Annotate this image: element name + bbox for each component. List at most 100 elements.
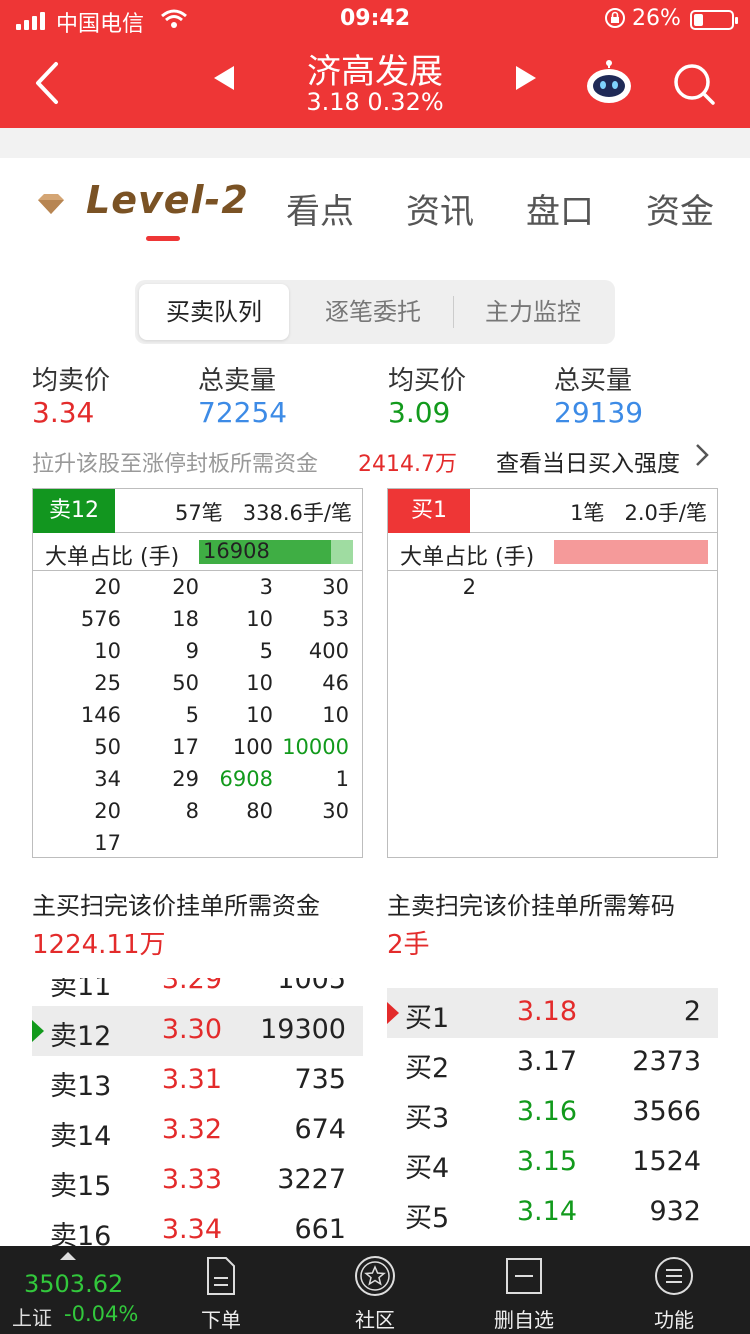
total-sell-value: 72254: [198, 396, 288, 429]
buy-queue-header: 买1 1笔 2.0手/笔: [388, 489, 717, 533]
level-volume: 3227: [277, 1164, 346, 1195]
sell-queue-cell: 8: [185, 799, 199, 823]
top-header: 中国电信 09:42 26% 济高发展 3.18 0.32%: [0, 0, 750, 128]
index-value[interactable]: 3503.62: [24, 1270, 123, 1298]
sell-level-tag: 卖12: [33, 489, 115, 533]
sell-queue-cell: 100: [232, 735, 273, 759]
sell-order-book: 卖11 3.29 1005 卖12 3.30 19300 卖13 3.31 735 卖14 3.32…: [32, 978, 363, 1248]
buy-sweep-label: 主买扫完该价挂单所需资金: [32, 892, 320, 920]
level-price: 3.34: [161, 1214, 222, 1245]
tab-order-book[interactable]: 盘口: [526, 184, 594, 233]
level-name: 买3: [405, 1103, 450, 1134]
level-name: 卖13: [50, 1071, 112, 1102]
sell-level-row[interactable]: 卖13 3.31 735: [32, 1056, 363, 1106]
tab-level2[interactable]: Level-2: [86, 178, 249, 222]
level-name: 卖11: [50, 978, 112, 1002]
tab-bar: Level-2 看点 资讯 盘口 资金: [0, 158, 750, 248]
level-price: 3.17: [516, 1046, 577, 1077]
sell-queue-cell: 146: [80, 703, 121, 727]
level-price: 3.16: [516, 1096, 577, 1127]
view-segmented-control: 买卖队列 逐笔委托 主力监控: [135, 280, 615, 344]
section-divider: [0, 128, 750, 158]
level-name: 买5: [405, 1203, 450, 1234]
document-icon: [207, 1257, 235, 1295]
level-name: 卖14: [50, 1121, 112, 1152]
nav-community[interactable]: 社区: [320, 1254, 430, 1333]
sell-level-row[interactable]: 卖15 3.33 3227: [32, 1156, 363, 1206]
level-volume: 19300: [260, 1014, 346, 1045]
limit-up-funds-label: 拉升该股至涨停封板所需资金: [32, 452, 319, 477]
sell-queue-info: 57笔 338.6手/笔: [175, 497, 352, 527]
robot-assistant-button[interactable]: [584, 60, 634, 106]
buy-big-order-bar-fill: [554, 540, 708, 564]
robot-icon: [587, 60, 631, 103]
level-volume: 1005: [277, 978, 346, 995]
sell-queue-cell: 30: [322, 799, 349, 823]
stock-name: 济高发展: [307, 52, 443, 92]
level-name: 卖16: [50, 1221, 112, 1248]
tab-highlights[interactable]: 看点: [286, 184, 354, 233]
sell-queue-box: 卖12 57笔 338.6手/笔 大单占比 (手) 16908 20 20 3 30 5…: [32, 488, 363, 858]
stock-quote: 3.18 0.32%: [306, 88, 444, 116]
sell-queue-row: 25 50 10 46: [33, 669, 362, 701]
triangle-right-icon: [516, 66, 536, 90]
sell-queue-cell: 9: [185, 639, 199, 663]
sell-level-row[interactable]: 卖14 3.32 674: [32, 1106, 363, 1156]
buy-level-row[interactable]: 买3 3.16 3566: [387, 1088, 718, 1138]
sell-queue-cell: 10: [322, 703, 349, 727]
tab-funds[interactable]: 资金: [646, 184, 714, 233]
nav-remove-watchlist[interactable]: 删自选: [469, 1254, 579, 1333]
buy-level-row[interactable]: 买1 3.18 2: [387, 988, 718, 1038]
level-price: 3.14: [516, 1196, 577, 1227]
nav-functions[interactable]: 功能: [619, 1254, 729, 1333]
buy-level-row[interactable]: 买5 3.14 932: [387, 1188, 718, 1238]
search-icon: [674, 64, 715, 105]
sell-queue-cell: 6908: [219, 767, 273, 791]
buy-level-row[interactable]: 买2 3.17 2373: [387, 1038, 718, 1088]
buy-big-order-row: 大单占比 (手): [388, 533, 717, 571]
orientation-lock-icon: [604, 7, 626, 34]
sell-queue-cell: 17: [94, 831, 121, 855]
segment-queue[interactable]: 买卖队列: [139, 284, 289, 340]
nav-order[interactable]: 下单: [166, 1254, 276, 1333]
level-price: 3.33: [161, 1164, 222, 1195]
sell-level-row[interactable]: 卖12 3.30 19300: [32, 1006, 363, 1056]
limit-up-funds-value: 2414.7万: [358, 452, 457, 477]
search-button[interactable]: [672, 62, 716, 106]
sell-queue-row: 576 18 10 53: [33, 605, 362, 637]
buy-level-row[interactable]: 买4 3.15 1524: [387, 1138, 718, 1188]
sell-queue-cell: 18: [172, 607, 199, 631]
sell-sweep-label: 主卖扫完该价挂单所需筹码: [387, 892, 675, 920]
buy-order-book: 买1 3.18 2 买2 3.17 2373 买3 3.16 3566 买4 3.15 1524 买5 3…: [387, 978, 718, 1248]
sell-queue-cell: 1: [335, 767, 349, 791]
sell-sweep-value: 2手: [387, 930, 430, 960]
sell-queue-cell: 20: [94, 575, 121, 599]
sell-queue-cell: 400: [308, 639, 349, 663]
avg-sell-label: 均卖价: [32, 366, 111, 396]
sell-queue-cell: 10000: [282, 735, 349, 759]
nav-community-label: 社区: [355, 1308, 395, 1332]
level-price: 3.30: [161, 1014, 222, 1045]
buy-strength-link[interactable]: 查看当日买入强度: [496, 444, 680, 478]
segment-main-force[interactable]: 主力监控: [455, 284, 611, 340]
level-volume: 2373: [632, 1046, 701, 1077]
level-name: 卖12: [50, 1021, 112, 1052]
level-volume: 2: [683, 996, 701, 1027]
sell-queue-row: 50 17 100 10000: [33, 733, 362, 765]
menu-circle-icon: [655, 1257, 693, 1295]
next-stock-button[interactable]: [514, 64, 538, 99]
sell-queue-cell: 5: [259, 639, 273, 663]
sell-level-row[interactable]: 卖11 3.29 1005: [32, 978, 363, 1006]
active-tab-indicator: [146, 236, 180, 241]
tab-news[interactable]: 资讯: [406, 184, 474, 233]
expand-up-icon[interactable]: [60, 1252, 76, 1260]
battery-percent: 26%: [632, 6, 681, 31]
buy-level-tag: 买1: [388, 489, 470, 533]
sell-big-order-bar-track: 16908: [199, 539, 353, 564]
chevron-right-icon[interactable]: [694, 442, 710, 474]
sell-level-row[interactable]: 卖16 3.34 661: [32, 1206, 363, 1248]
bottom-nav-bar: 3503.62 上证 -0.04% 下单 社区 删自选 功能: [0, 1246, 750, 1334]
level-price: 3.29: [161, 978, 222, 995]
buy-big-order-label: 大单占比 (手): [400, 545, 535, 570]
segment-tick-orders[interactable]: 逐笔委托: [295, 284, 451, 340]
